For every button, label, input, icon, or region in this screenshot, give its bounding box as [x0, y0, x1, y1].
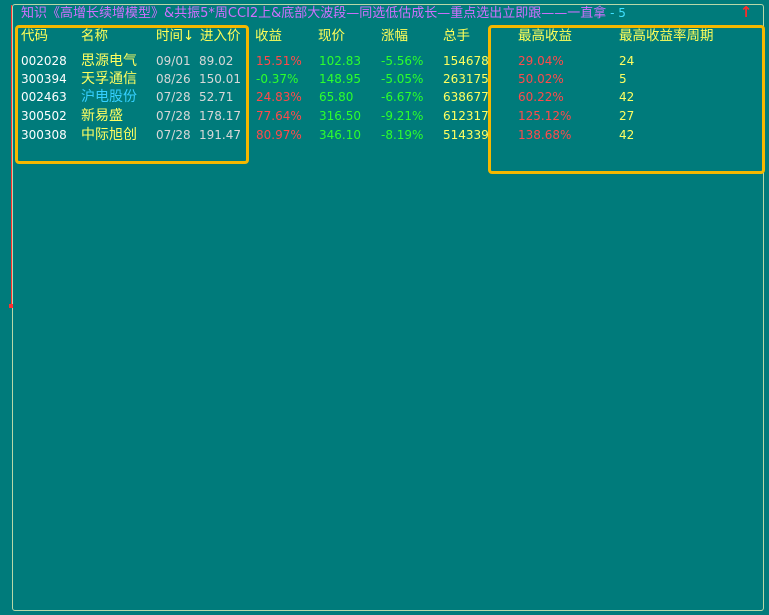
red-up-arrow-icon[interactable]: ↑	[739, 4, 753, 20]
cell-volume: 154678	[443, 54, 489, 68]
cell-change: -6.67%	[381, 90, 424, 104]
red-marker-line	[11, 5, 12, 305]
header-gain[interactable]: 收益	[255, 28, 282, 44]
cell-gain: 24.83%	[256, 90, 302, 104]
cell-change: -9.21%	[381, 109, 424, 123]
highlight-box-right	[488, 25, 765, 174]
cell-price: 316.50	[319, 109, 361, 123]
highlight-box-left	[15, 25, 249, 164]
header-volume[interactable]: 总手	[443, 28, 470, 44]
header-change[interactable]: 涨幅	[381, 28, 408, 44]
cell-price: 148.95	[319, 72, 361, 86]
cell-change: -8.19%	[381, 128, 424, 142]
cell-gain: 77.64%	[256, 109, 302, 123]
cell-gain: 15.51%	[256, 54, 302, 68]
cell-gain: 80.97%	[256, 128, 302, 142]
cell-volume: 514339	[443, 128, 489, 142]
header-price[interactable]: 现价	[318, 28, 345, 44]
cell-change: -5.56%	[381, 54, 424, 68]
cell-change: -5.05%	[381, 72, 424, 86]
cell-volume: 638677	[443, 90, 489, 104]
title-count: - 5	[606, 6, 626, 20]
cell-price: 65.80	[319, 90, 354, 104]
title-text: 知识《高增长续增模型》&共振5*周CCI2上&底部大波段—同选低估成长—重点选出…	[21, 6, 607, 21]
cell-volume: 612317	[443, 109, 489, 123]
cell-gain: -0.37%	[256, 72, 299, 86]
cell-volume: 263175	[443, 72, 489, 86]
cell-price: 346.10	[319, 128, 361, 142]
panel-title: 知识《高增长续增模型》&共振5*周CCI2上&底部大波段—同选低估成长—重点选出…	[21, 5, 626, 21]
cell-price: 102.83	[319, 54, 361, 68]
red-marker-dot	[9, 304, 13, 308]
